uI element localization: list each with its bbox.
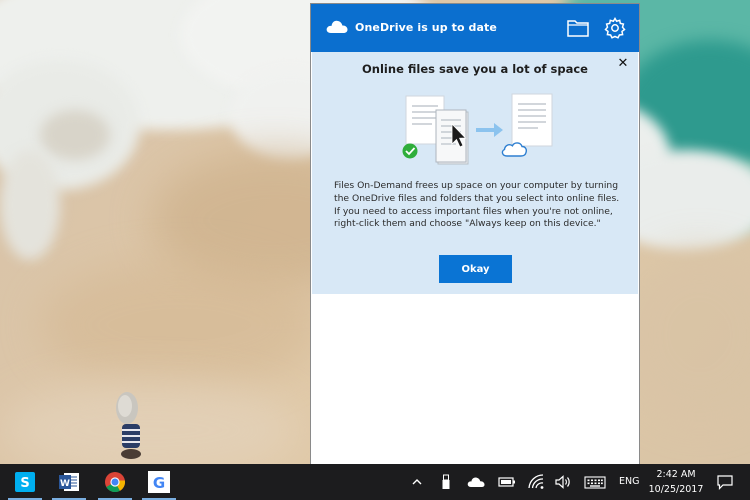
taskbar-app-skype[interactable]: S — [2, 464, 48, 500]
clock-date: 10/25/2017 — [648, 484, 704, 495]
google-icon: G — [148, 471, 170, 493]
files-on-demand-promo: ✕ Online files save you a lot of space F… — [312, 52, 638, 294]
taskbar: S W G ENG 2:42 AM 10/25/2017 — [0, 464, 750, 500]
notification-icon[interactable] — [716, 474, 734, 490]
sync-status-text: OneDrive is up to date — [355, 21, 497, 34]
chevron-up-icon[interactable] — [411, 474, 423, 490]
person-with-umbrella — [116, 392, 141, 459]
skype-icon: S — [15, 472, 35, 492]
open-folder-button[interactable] — [565, 16, 591, 40]
taskbar-app-chrome[interactable] — [92, 464, 138, 500]
chrome-icon — [105, 472, 126, 493]
promo-description: Files On-Demand frees up space on your c… — [334, 180, 620, 230]
svg-text:W: W — [60, 479, 70, 489]
onedrive-header: OneDrive is up to date — [311, 4, 639, 52]
volume-icon[interactable] — [554, 474, 572, 490]
files-on-demand-illustration — [402, 93, 553, 165]
usb-icon[interactable] — [441, 474, 451, 490]
clock-time: 2:42 AM — [656, 469, 696, 480]
clock[interactable]: 2:42 AM 10/25/2017 — [648, 467, 704, 497]
battery-icon[interactable] — [498, 474, 516, 490]
svg-text:S: S — [20, 476, 29, 491]
word-icon: W — [59, 473, 79, 491]
taskbar-app-word[interactable]: W — [46, 464, 92, 500]
language-indicator[interactable]: ENG — [619, 476, 639, 487]
promo-title: Online files save you a lot of space — [362, 62, 588, 76]
wifi-icon[interactable] — [527, 474, 545, 490]
onedrive-cloud-icon[interactable] — [466, 474, 486, 490]
onedrive-flyout: OneDrive is up to date ✕ Online files sa… — [311, 4, 639, 464]
svg-text:G: G — [153, 474, 165, 492]
keyboard-icon[interactable] — [584, 474, 606, 490]
okay-button[interactable]: Okay — [439, 255, 512, 283]
onedrive-cloud-icon — [326, 20, 348, 33]
settings-button[interactable] — [603, 16, 627, 40]
taskbar-app-google[interactable]: G — [136, 464, 182, 500]
